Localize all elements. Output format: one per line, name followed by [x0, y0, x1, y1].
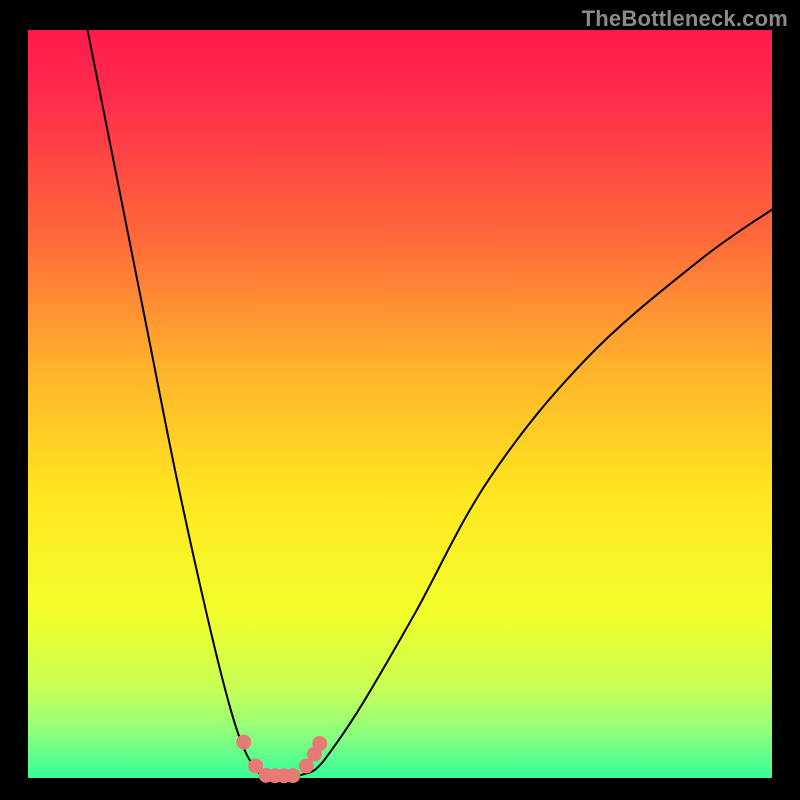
chart-canvas	[0, 0, 800, 800]
marker-m-left-1	[236, 735, 251, 750]
plot-background	[28, 30, 772, 778]
watermark-text: TheBottleneck.com	[582, 6, 788, 32]
outer-frame: TheBottleneck.com	[0, 0, 800, 800]
marker-m-right-3	[312, 736, 327, 751]
marker-m-floor-4	[285, 768, 300, 783]
